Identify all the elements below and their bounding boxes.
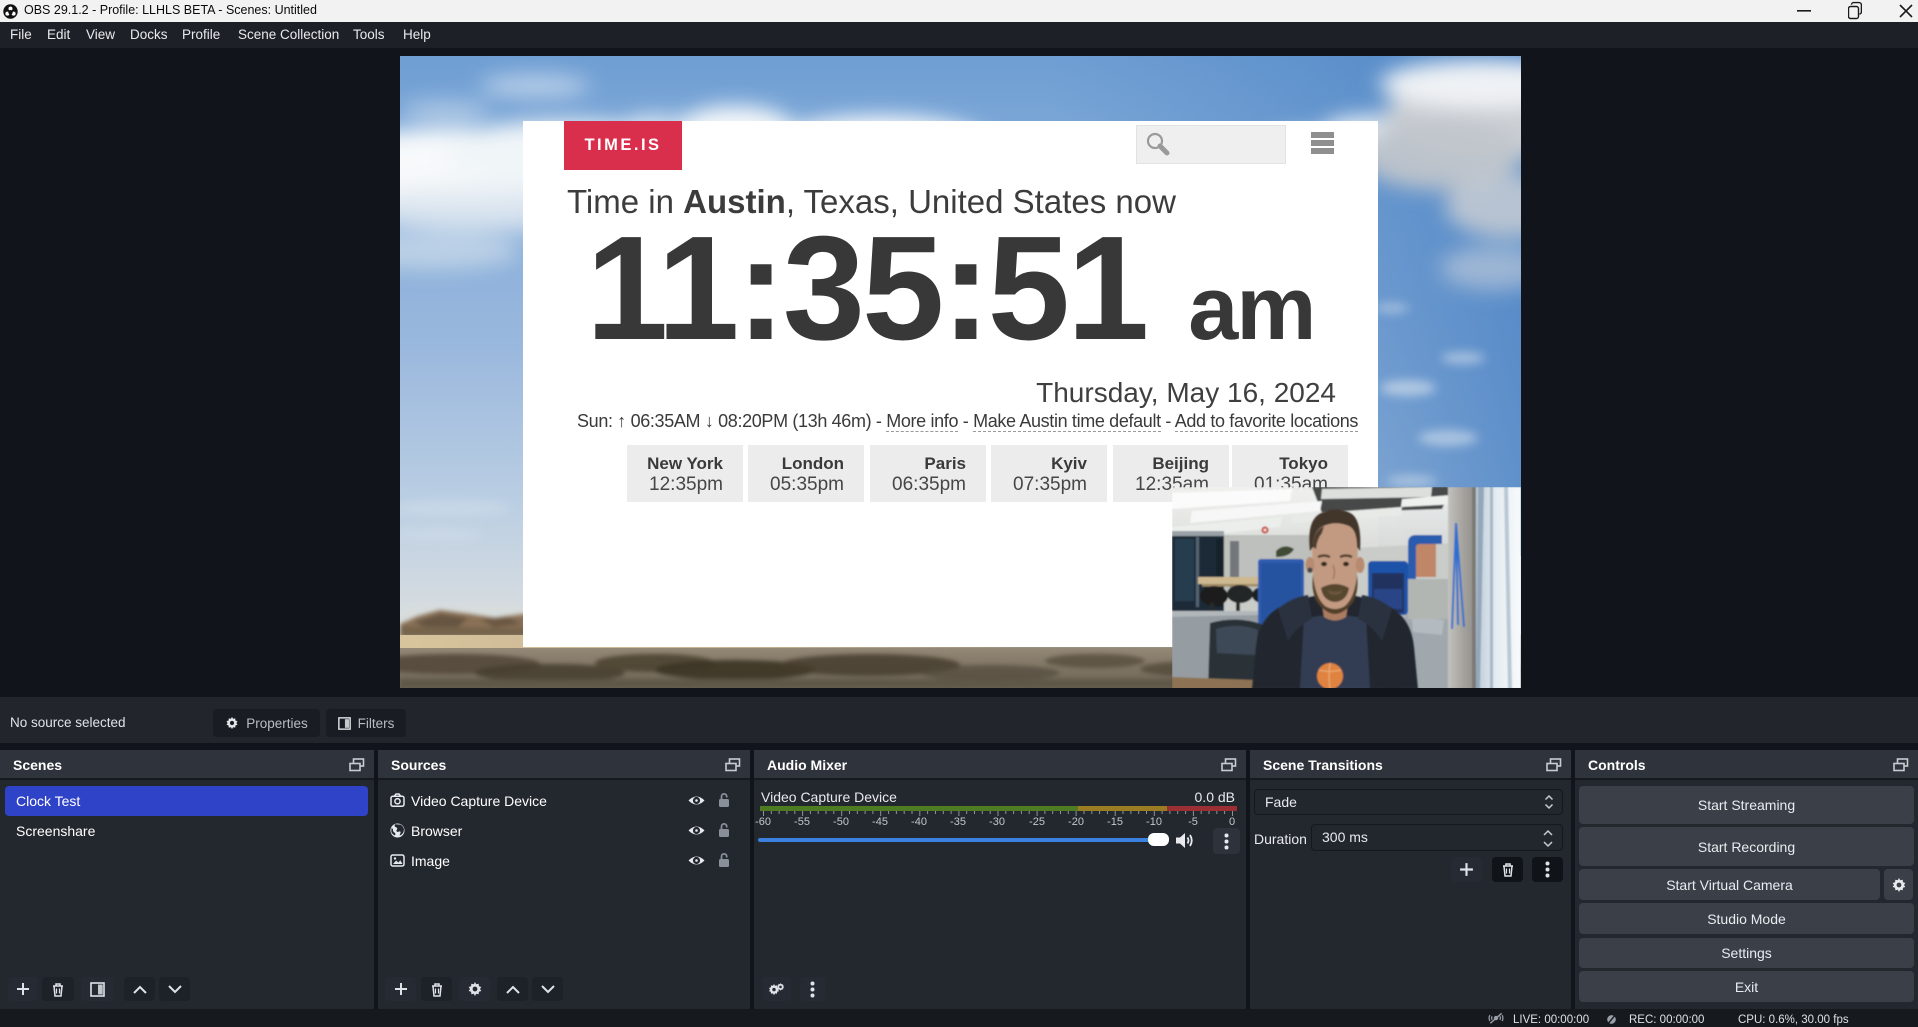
svg-text:-50: -50 [833,816,849,827]
svg-text:-30: -30 [989,816,1005,827]
svg-text:-25: -25 [1029,816,1045,827]
svg-text:-55: -55 [794,816,810,827]
svg-text:-35: -35 [950,816,966,827]
svg-text:0: 0 [1229,816,1235,827]
svg-text:-15: -15 [1107,816,1123,827]
svg-text:-10: -10 [1146,816,1162,827]
svg-text:-20: -20 [1068,816,1084,827]
svg-text:-40: -40 [911,816,927,827]
svg-text:-45: -45 [872,816,888,827]
svg-text:-60: -60 [755,816,771,827]
svg-text:-5: -5 [1188,816,1198,827]
